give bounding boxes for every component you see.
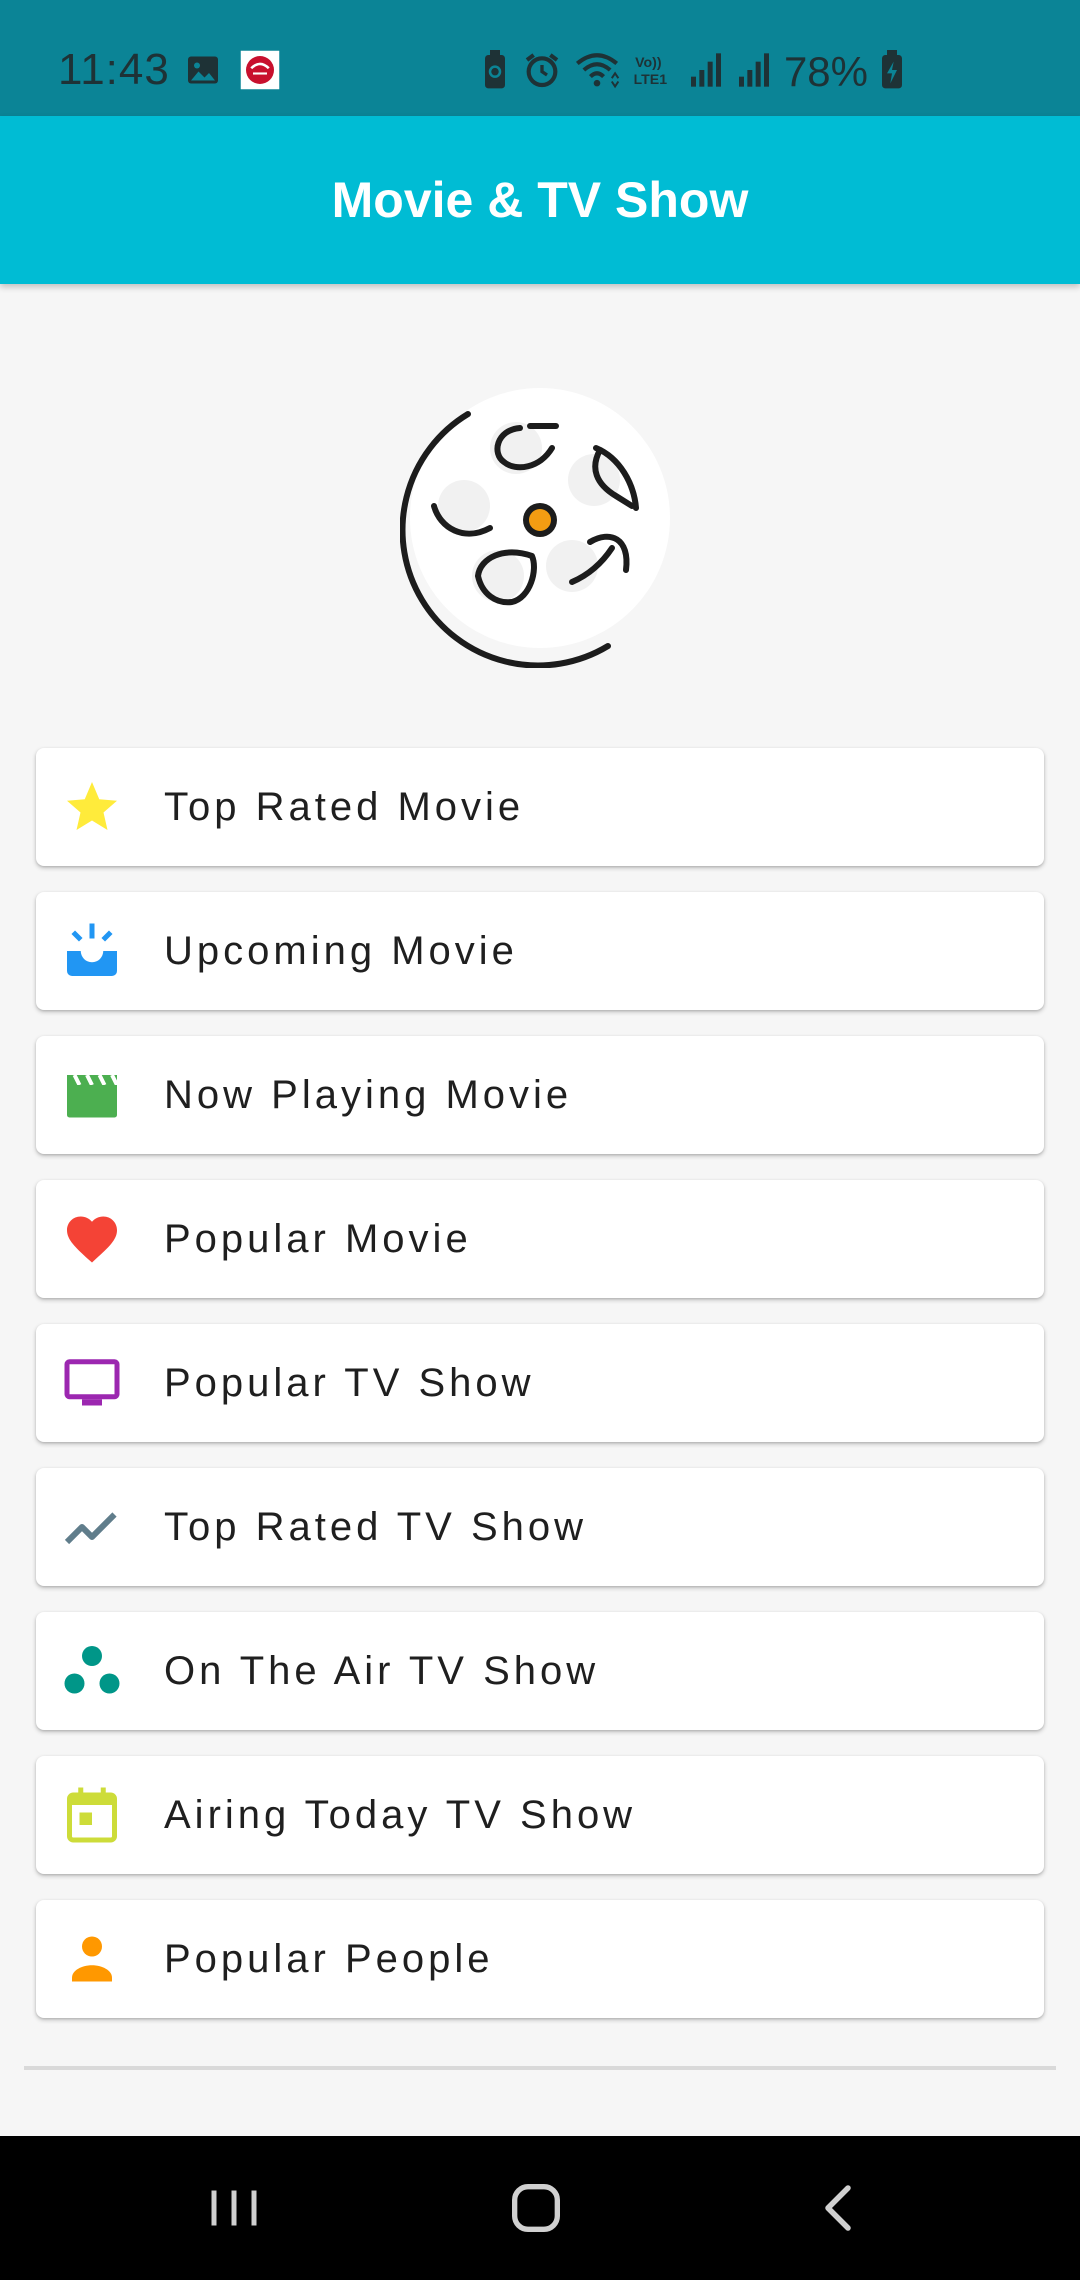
menu-item-label: Top Rated Movie [164, 785, 525, 829]
trending-icon [62, 1497, 122, 1557]
menu-item-label: Airing Today TV Show [164, 1793, 637, 1837]
menu-item-label: Upcoming Movie [164, 929, 518, 973]
bubbles-icon [62, 1641, 122, 1701]
back-icon[interactable] [802, 2172, 874, 2244]
svg-text:LTE1: LTE1 [634, 71, 668, 87]
pizza-app-icon [239, 49, 281, 96]
gallery-icon [185, 52, 221, 93]
signal-icon [688, 50, 724, 95]
menu-item-label: On The Air TV Show [164, 1649, 600, 1693]
menu-item-label: Popular Movie [164, 1217, 472, 1261]
battery-percent: 78% [783, 48, 868, 95]
alarm-icon [522, 50, 562, 95]
menu-item-label: Popular People [164, 1937, 494, 1981]
clapperboard-icon [62, 1065, 122, 1125]
menu-item-now-playing-movie[interactable]: Now Playing Movie [36, 1036, 1044, 1154]
menu-item-popular-tv-show[interactable]: Popular TV Show [36, 1324, 1044, 1442]
volte-icon: Vo)) LTE1 [632, 50, 676, 95]
home-icon[interactable] [500, 2172, 572, 2244]
signal-icon [736, 50, 772, 95]
person-icon [62, 1929, 122, 1989]
menu-item-popular-people[interactable]: Popular People [36, 1900, 1044, 2018]
star-icon [62, 777, 122, 837]
battery-saver-icon [480, 49, 510, 95]
status-bar: 11:43 Vo)) LTE1 78% [0, 0, 1080, 116]
upcoming-icon [62, 921, 122, 981]
menu-item-label: Top Rated TV Show [164, 1505, 588, 1549]
system-nav-bar [0, 2136, 1080, 2280]
menu-item-top-rated-tv-show[interactable]: Top Rated TV Show [36, 1468, 1044, 1586]
menu-item-upcoming-movie[interactable]: Upcoming Movie [36, 892, 1044, 1010]
heart-icon [62, 1209, 122, 1269]
status-notification-icons [185, 50, 281, 94]
menu-item-airing-today-tv-show[interactable]: Airing Today TV Show [36, 1756, 1044, 1874]
menu-item-on-the-air-tv-show[interactable]: On The Air TV Show [36, 1612, 1044, 1730]
status-system-icons: Vo)) LTE1 78% [480, 46, 904, 98]
menu-item-top-rated-movie[interactable]: Top Rated Movie [36, 748, 1044, 866]
calendar-today-icon [62, 1785, 122, 1845]
menu-item-label: Popular TV Show [164, 1361, 535, 1405]
svg-text:Vo)): Vo)) [635, 53, 661, 69]
app-bar: Movie & TV Show [0, 116, 1080, 284]
recents-icon[interactable] [198, 2172, 270, 2244]
divider [24, 2066, 1056, 2070]
menu-item-label: Now Playing Movie [164, 1073, 573, 1117]
menu-item-popular-movie[interactable]: Popular Movie [36, 1180, 1044, 1298]
status-time: 11:43 [58, 45, 170, 94]
film-reel-icon [399, 388, 680, 669]
tv-icon [62, 1353, 122, 1413]
page-title: Movie & TV Show [331, 172, 749, 228]
wifi-icon [574, 50, 620, 95]
battery-charging-icon [880, 49, 904, 95]
